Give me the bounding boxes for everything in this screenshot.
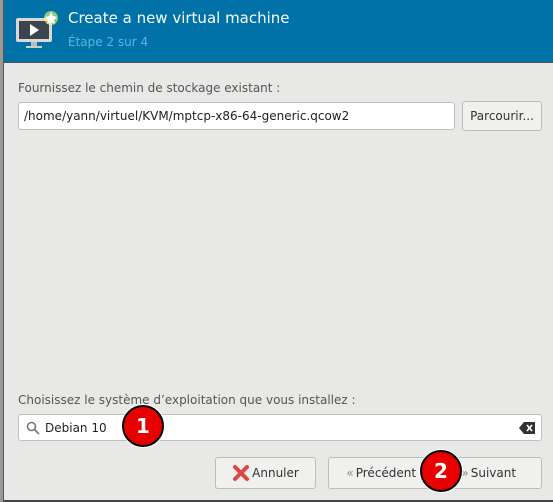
next-label: Suivant	[470, 466, 517, 480]
background-window-edge	[0, 0, 4, 502]
annotation-marker-1: 1	[122, 405, 164, 447]
cancel-label: Annuler	[252, 466, 299, 480]
search-icon	[26, 421, 40, 435]
storage-path-label: Fournissez le chemin de stockage existan…	[18, 81, 281, 95]
back-button[interactable]: « Précédent	[329, 466, 434, 480]
os-label: Choisissez le système d’exploitation que…	[18, 393, 356, 407]
dialog-header: Create a new virtual machine Étape 2 sur…	[4, 0, 553, 63]
back-arrow-icon: «	[346, 466, 354, 480]
annotation-marker-2: 2	[420, 450, 462, 492]
cancel-icon	[233, 465, 250, 481]
back-label: Précédent	[355, 466, 417, 480]
os-search-value: Debian 10	[45, 421, 107, 435]
forward-arrow-icon: »	[461, 466, 469, 480]
clear-text-icon[interactable]	[519, 422, 535, 434]
cancel-button[interactable]: Annuler	[215, 457, 316, 489]
storage-path-input[interactable]: /home/yann/virtuel/KVM/mptcp-x86-64-gene…	[18, 102, 455, 130]
dialog-title: Create a new virtual machine	[68, 9, 290, 27]
os-search-input[interactable]: Debian 10	[18, 414, 542, 441]
virtual-machine-icon	[16, 11, 58, 48]
step-indicator: Étape 2 sur 4	[68, 35, 149, 49]
browse-button[interactable]: Parcourir...	[462, 101, 542, 131]
